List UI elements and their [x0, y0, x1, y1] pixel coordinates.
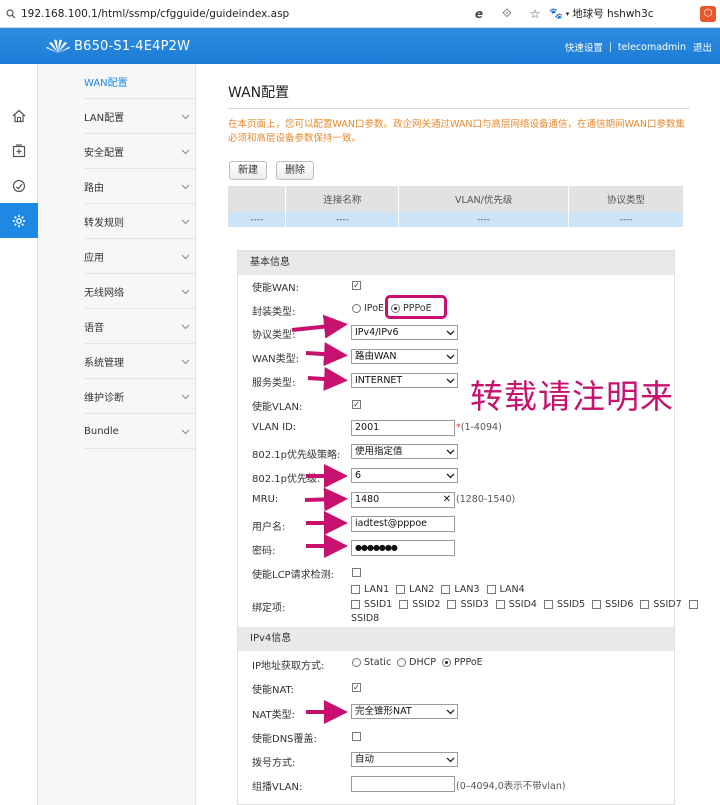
watermark-text: 转载请注明来: [470, 377, 674, 416]
arrow-wan-type: [305, 342, 348, 367]
arrow-protocol: [291, 314, 348, 339]
arrow-mru: [304, 487, 348, 512]
arrow-service: [307, 367, 348, 391]
